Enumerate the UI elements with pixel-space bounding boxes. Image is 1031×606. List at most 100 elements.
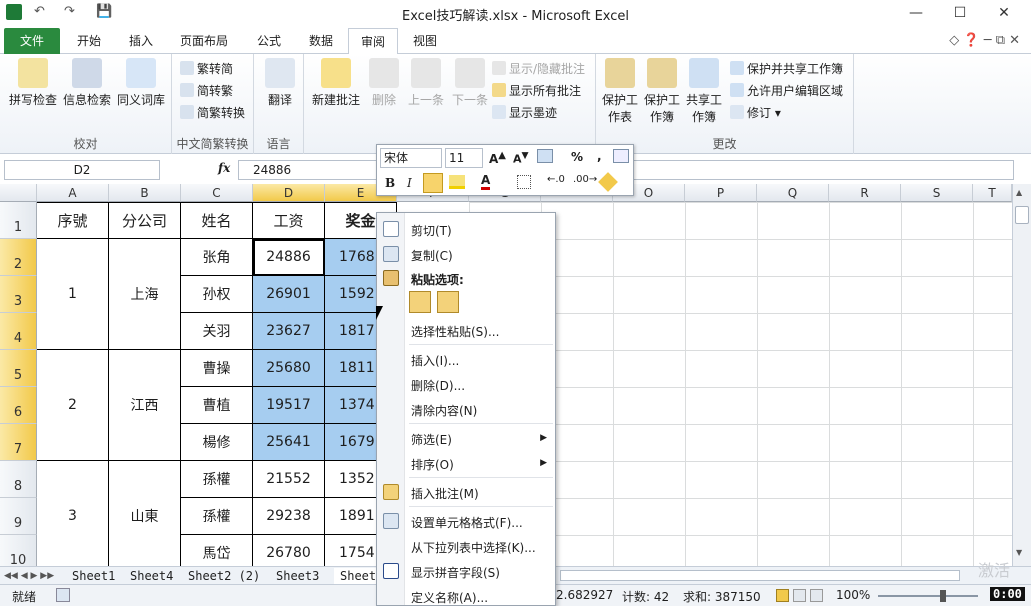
row-header[interactable]: 8 xyxy=(0,461,37,498)
minimize-button[interactable]: — xyxy=(896,2,936,24)
insert-function-icon[interactable]: fx xyxy=(218,161,230,175)
header-cell[interactable]: 分公司 xyxy=(109,202,181,239)
column-header[interactable]: A xyxy=(37,184,109,202)
accounting-format-icon[interactable] xyxy=(537,149,553,163)
font-name-combo[interactable]: 宋体 xyxy=(380,148,442,168)
menu-item-define-name[interactable]: 定义名称(A)... xyxy=(411,589,488,606)
borders-icon[interactable] xyxy=(517,175,531,189)
salary-cell[interactable]: 21552 xyxy=(253,461,325,498)
salary-cell[interactable]: 29238 xyxy=(253,498,325,535)
font-color-icon[interactable]: A xyxy=(481,173,491,190)
menu-item-cut[interactable]: 剪切(T) xyxy=(411,222,452,239)
spell-check-button[interactable]: 拼写检查 xyxy=(6,58,60,108)
vertical-scrollbar[interactable]: ▼ ▲ xyxy=(1012,184,1031,566)
macro-record-icon[interactable] xyxy=(56,588,70,602)
salary-cell[interactable]: 19517 xyxy=(253,387,325,424)
paste-values-icon[interactable] xyxy=(437,291,459,313)
research-button[interactable]: 信息检索 xyxy=(60,58,114,108)
tab-home[interactable]: 开始 xyxy=(66,28,112,54)
help-controls[interactable]: ◇ ❓ ─ ⧉ ✕ xyxy=(920,28,1020,54)
name-cell[interactable]: 关羽 xyxy=(181,313,253,350)
tab-file[interactable]: 文件 xyxy=(4,28,60,54)
row-header[interactable]: 1 xyxy=(0,202,37,239)
header-cell[interactable]: 工资 xyxy=(253,202,325,239)
salary-cell[interactable]: 26780 xyxy=(253,535,325,566)
new-comment-button[interactable]: 新建批注 xyxy=(310,58,362,108)
row-header[interactable]: 3 xyxy=(0,276,37,313)
allow-edit-ranges-button[interactable]: 允许用户编辑区域 xyxy=(730,82,843,99)
next-comment-button[interactable]: 下一条 xyxy=(448,58,492,108)
name-cell[interactable]: 曹植 xyxy=(181,387,253,424)
decrease-decimal-icon[interactable]: .00→ xyxy=(573,174,597,185)
menu-item-pick-from-list[interactable]: 从下拉列表中选择(K)... xyxy=(411,539,536,556)
name-cell[interactable]: 馬岱 xyxy=(181,535,253,566)
increase-decimal-icon[interactable]: ←.0 xyxy=(547,174,565,185)
row-header[interactable]: 6 xyxy=(0,387,37,424)
sheet-tab[interactable]: Sheet1 xyxy=(72,568,115,584)
column-header[interactable]: B xyxy=(109,184,181,202)
menu-item-show-phonetic[interactable]: 显示拼音字段(S) xyxy=(411,564,500,581)
translate-button[interactable]: 翻译 xyxy=(260,58,300,108)
tab-insert[interactable]: 插入 xyxy=(118,28,164,54)
header-cell[interactable]: 序號 xyxy=(37,202,109,239)
row-header[interactable]: 5 xyxy=(0,350,37,387)
delete-comment-button[interactable]: 删除 xyxy=(366,58,402,108)
group-number-cell[interactable]: 3 xyxy=(37,461,109,566)
sheet-nav-icon[interactable]: ◀◀ ◀ ▶ ▶▶ xyxy=(4,568,54,584)
group-number-cell[interactable]: 2 xyxy=(37,350,109,461)
name-cell[interactable]: 张角 xyxy=(181,239,253,276)
branch-cell[interactable]: 山東 xyxy=(109,461,181,566)
percent-style-icon[interactable]: % xyxy=(571,150,583,164)
maximize-button[interactable]: ☐ xyxy=(940,2,980,24)
name-cell[interactable]: 孫權 xyxy=(181,461,253,498)
name-cell[interactable]: 楊修 xyxy=(181,424,253,461)
font-size-combo[interactable]: 11 xyxy=(445,148,483,168)
salary-cell[interactable]: 25641 xyxy=(253,424,325,461)
format-painter-brush-icon[interactable] xyxy=(598,172,618,192)
column-header[interactable]: S xyxy=(901,184,973,202)
salary-cell-active[interactable]: 24886 xyxy=(253,239,325,276)
column-header[interactable]: P xyxy=(685,184,757,202)
tab-formulas[interactable]: 公式 xyxy=(246,28,292,54)
previous-comment-button[interactable]: 上一条 xyxy=(404,58,448,108)
row-header[interactable]: 9 xyxy=(0,498,37,535)
header-cell[interactable]: 姓名 xyxy=(181,202,253,239)
track-changes-button[interactable]: 修订 ▾ xyxy=(730,104,781,121)
protect-workbook-button[interactable]: 保护工作簿 xyxy=(642,58,682,125)
menu-item-sort[interactable]: 排序(O) xyxy=(411,456,454,473)
view-buttons[interactable] xyxy=(776,589,830,602)
tab-page-layout[interactable]: 页面布局 xyxy=(172,28,236,54)
shrink-font-icon[interactable]: A▼ xyxy=(513,150,529,166)
menu-item-paste-special[interactable]: 选择性粘贴(S)... xyxy=(411,323,499,340)
protect-share-button[interactable]: 保护并共享工作簿 xyxy=(730,60,843,77)
conversion-button[interactable]: 简繁转换 xyxy=(180,104,245,121)
column-header[interactable]: D xyxy=(253,184,325,202)
group-number-cell[interactable]: 1 xyxy=(37,239,109,350)
show-all-comments-button[interactable]: 显示所有批注 xyxy=(492,82,581,99)
salary-cell[interactable]: 23627 xyxy=(253,313,325,350)
page-break-view-icon[interactable] xyxy=(809,589,823,602)
share-workbook-button[interactable]: 共享工作簿 xyxy=(684,58,724,125)
menu-item-delete[interactable]: 删除(D)... xyxy=(411,377,465,394)
row-header[interactable]: 7 xyxy=(0,424,37,461)
simp-to-trad-button[interactable]: 简转繁 xyxy=(180,82,233,99)
close-button[interactable]: ✕ xyxy=(984,2,1024,24)
trad-to-simp-button[interactable]: 繁转简 xyxy=(180,60,233,77)
horizontal-scrollbar[interactable] xyxy=(560,570,960,581)
scroll-thumb[interactable] xyxy=(1015,206,1029,224)
name-box[interactable]: D2 xyxy=(4,160,160,180)
scroll-down-icon[interactable]: ▼ xyxy=(1016,548,1022,557)
menu-item-insert[interactable]: 插入(I)... xyxy=(411,352,459,369)
zoom-slider[interactable] xyxy=(878,595,978,597)
menu-item-filter[interactable]: 筛选(E) xyxy=(411,431,452,448)
branch-cell[interactable]: 上海 xyxy=(109,239,181,350)
show-ink-button[interactable]: 显示墨迹 xyxy=(492,104,557,121)
format-painter-icon[interactable] xyxy=(613,149,629,163)
select-all-corner[interactable] xyxy=(0,184,37,202)
name-cell[interactable]: 孙权 xyxy=(181,276,253,313)
tab-review[interactable]: 审阅 xyxy=(348,28,398,55)
paste-option-icon[interactable] xyxy=(409,291,431,313)
show-hide-comment-button[interactable]: 显示/隐藏批注 xyxy=(492,60,585,77)
normal-view-icon[interactable] xyxy=(776,589,789,602)
menu-item-format-cells[interactable]: 设置单元格格式(F)... xyxy=(411,514,523,531)
